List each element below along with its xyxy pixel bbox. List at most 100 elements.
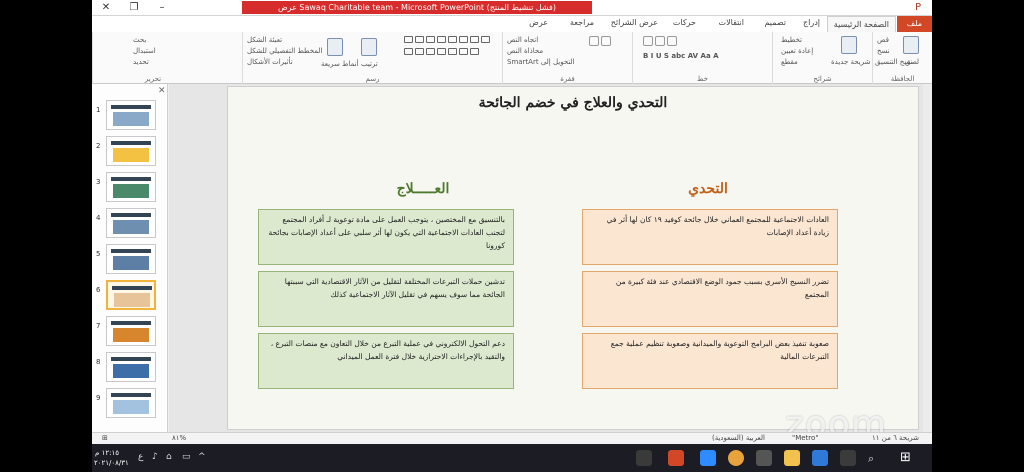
tab-animations[interactable]: حركات [673,18,696,27]
thumb-number: 5 [96,250,101,258]
clipboard-group-label: الحافظة [890,75,915,83]
layout-button[interactable]: تخطيط [781,36,802,44]
tab-insert[interactable]: إدراج [803,18,820,27]
show-hidden-icon[interactable]: ^ [198,452,206,462]
close-button[interactable]: ✕ [92,0,120,16]
numbering-icon [601,36,612,46]
taskbar-clock[interactable]: ١٢:١٥ م ٢٠٢١/٠٨/٣١ [94,448,129,468]
tab-home[interactable]: الصفحة الرئيسية [826,16,896,32]
search-icon[interactable]: ⌕ [868,452,874,466]
copy-button[interactable]: نسخ [877,47,890,55]
slide-thumbnail-8[interactable] [106,352,156,382]
slide-thumbnail-2[interactable] [106,136,156,166]
close-pane-icon[interactable]: ✕ [158,86,166,96]
zoom-level[interactable]: ٨١% [172,434,186,442]
replace-button[interactable]: استبدال [133,47,156,55]
windows-taskbar: ١٢:١٥ م ٢٠٢١/٠٨/٣١ ع ♪ ⌂ ▭ ^ ⌕ ⊞ [92,444,932,472]
quick-styles-icon [327,38,343,56]
challenge-box-1[interactable]: العادات الاجتماعية للمجتمع العماني خلال … [582,209,838,265]
text-direction-button[interactable]: اتجاه النص [507,36,538,44]
align-text-button[interactable]: محاذاة النص [507,47,543,55]
bullets-button[interactable] [589,36,612,46]
shapes-gallery[interactable] [403,35,495,59]
status-bar: ⊞ ٨١% العربية (السعودية) "Metro" شريحة ٦… [92,432,932,444]
paste-button[interactable] [903,36,919,54]
ribbon-tabs: ملف الصفحة الرئيسية إدراج تصميم انتقالات… [92,16,932,32]
vertical-scrollbar[interactable] [923,84,932,432]
quick-styles-label: أنماط سريعة [321,60,359,68]
paragraph-group-label: فقرة [560,75,575,83]
input-language[interactable]: ع [138,452,143,462]
slide-thumbnail-6[interactable] [106,280,156,310]
edge-icon[interactable] [812,450,828,466]
restore-button[interactable]: ❐ [120,0,148,16]
slides-group-label: شرائح [813,75,832,83]
slide-thumbnail-4[interactable] [106,208,156,238]
close-icon: ✕ [101,2,111,13]
slide-thumbnail-7[interactable] [106,316,156,346]
clock-time: ١٢:١٥ م [95,449,119,457]
tab-design[interactable]: تصميم [764,18,786,27]
quick-styles-button[interactable] [327,38,343,56]
font-size-controls[interactable] [643,36,678,46]
smartart-button[interactable]: التحويل إلى SmartArt [507,58,575,66]
zoom-taskbar-icon[interactable] [700,450,716,466]
file-explorer-icon[interactable] [784,450,800,466]
app-icon[interactable] [756,450,772,466]
thumb-number: 4 [96,214,101,222]
slide-thumbnail-5[interactable] [106,244,156,274]
find-button[interactable]: بحث [133,36,146,44]
minimize-button[interactable]: – [148,0,176,16]
challenge-box-3[interactable]: صعوبة تنفيذ بعض البرامج التوعوية والميدا… [582,333,838,389]
tab-file[interactable]: ملف [896,16,932,32]
challenge-box-2[interactable]: تضرر النسيج الأسري بسبب جمود الوضع الاقت… [582,271,838,327]
section-button[interactable]: مقطع [781,58,798,66]
tab-view[interactable]: عرض [529,18,548,27]
select-button[interactable]: تحديد [133,58,149,66]
slide-canvas: التحدي والعلاج في خضم الجائحة العـــــلا… [169,84,932,432]
font-group: B I U S abc AV Aa A خط [632,32,772,84]
slide-title[interactable]: التحدي والعلاج في خضم الجائحة [228,95,918,111]
drawing-group: ترتيب أنماط سريعة تعبئة الشكل المخطط الت… [242,32,502,84]
shape-effects-button[interactable]: تأثيرات الأشكال [247,58,293,66]
battery-icon[interactable]: ▭ [182,452,191,462]
powerpoint-logo-icon: P [914,2,922,13]
thumb-number: 8 [96,358,101,366]
font-style-buttons[interactable]: B I U S abc AV Aa A [643,52,719,60]
treatment-heading[interactable]: العـــــلاج [348,181,498,197]
shape-outline-button[interactable]: المخطط التفصيلي للشكل [247,47,322,55]
volume-icon[interactable]: ♪ [152,452,158,462]
new-slide-label: شريحة جديدة [831,58,871,66]
format-painter-button[interactable]: نسخ التنسيق [875,58,912,66]
new-slide-button[interactable] [841,36,857,54]
task-view-icon[interactable] [840,450,856,466]
language-indicator: العربية (السعودية) [712,434,765,442]
treatment-box-2[interactable]: تدشين حملات التبرعات المختلفة لتقليل من … [258,271,514,327]
new-slide-icon [841,36,857,54]
cut-button[interactable]: قص [877,36,889,44]
treatment-box-1[interactable]: بالتنسيق مع المختصين ، يتوجب العمل على م… [258,209,514,265]
clapper-app-icon[interactable] [636,450,652,466]
powerpoint-taskbar-icon[interactable] [668,450,684,466]
editing-group: بحث استبدال تحديد تحرير [92,32,242,84]
challenge-heading[interactable]: التحدي [628,181,788,197]
slide-thumbnail-1[interactable] [106,100,156,130]
thumb-number: 2 [96,142,101,150]
bullets-icon [589,36,599,46]
windows-start-icon[interactable]: ⊞ [900,450,911,465]
network-icon[interactable]: ⌂ [166,452,172,462]
slide-thumbnail-9[interactable] [106,388,156,418]
shape-fill-button[interactable]: تعبئة الشكل [247,36,282,44]
slide-6[interactable]: التحدي والعلاج في خضم الجائحة العـــــلا… [227,86,919,430]
tab-slideshow[interactable]: عرض الشرائح [611,18,658,27]
arrange-button[interactable] [361,38,377,56]
fit-to-window-icon[interactable]: ⊞ [102,434,108,442]
chrome-icon[interactable] [728,450,744,466]
editing-group-label: تحرير [144,75,162,83]
thumb-number: 9 [96,394,101,402]
treatment-box-3[interactable]: دعم التحول الالكتروني في عملية التبرع من… [258,333,514,389]
tab-transitions[interactable]: انتقالات [719,18,744,27]
reset-button[interactable]: إعادة تعيين [781,47,813,55]
slide-thumbnail-3[interactable] [106,172,156,202]
tab-review[interactable]: مراجعة [570,18,594,27]
